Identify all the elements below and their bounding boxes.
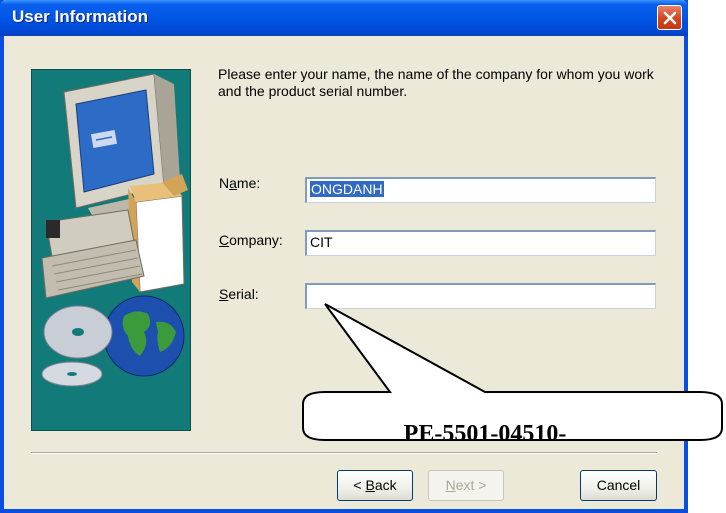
next-button[interactable]: Next > <box>428 470 504 501</box>
back-button[interactable]: < Back <box>337 470 413 501</box>
callout-serial-text: PE-5501-04510- <box>403 421 567 443</box>
cancel-button[interactable]: Cancel <box>580 470 657 501</box>
